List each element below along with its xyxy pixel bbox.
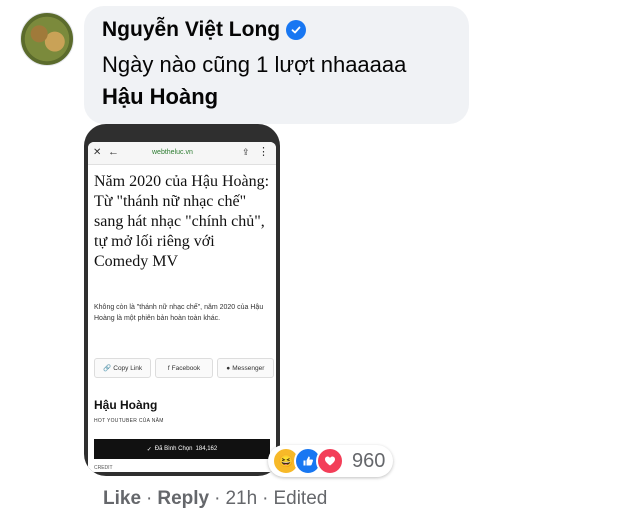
phone-screen: ✕ ← webtheluc.vn ⇪ ⋮ Năm 2020 của Hậu Ho…	[88, 142, 276, 472]
share-icon: ⇪	[242, 147, 250, 157]
credit-label: CREDIT	[94, 465, 113, 471]
like-button[interactable]: Like	[103, 488, 141, 509]
comment-bubble: Nguyễn Việt Long Ngày nào cũng 1 lượt nh…	[84, 6, 469, 124]
messenger-icon: ●	[226, 364, 231, 372]
person-title: HOT YOUTUBER CỦA NĂM	[94, 418, 164, 424]
copy-link-button: 🔗 Copy Link	[94, 358, 152, 378]
article-headline: Năm 2020 của Hậu Hoàng: Từ "thánh nữ nhạ…	[94, 173, 270, 270]
comment-actions: Like · Reply · 21h · Edited	[103, 488, 327, 510]
attached-screenshot[interactable]: ✕ ← webtheluc.vn ⇪ ⋮ Năm 2020 của Hậu Ho…	[84, 124, 280, 476]
facebook-label: Facebook	[171, 364, 201, 372]
person-name: Hậu Hoàng	[94, 398, 158, 412]
copy-link-label: Copy Link	[113, 364, 143, 372]
facebook-button: f Facebook	[155, 358, 213, 378]
messenger-button: ● Messenger	[216, 358, 274, 378]
close-icon: ✕	[93, 147, 102, 158]
reaction-count: 960	[352, 449, 386, 472]
article-summary: Không còn là "thánh nữ nhạc chế", năm 20…	[94, 304, 264, 322]
separator-dot: ·	[214, 488, 221, 509]
vote-label: Đã Bình Chọn	[154, 446, 193, 452]
author-row: Nguyễn Việt Long	[102, 18, 307, 42]
link-icon: 🔗	[103, 365, 112, 372]
browser-bar: ✕ ← webtheluc.vn ⇪ ⋮	[88, 142, 276, 165]
reaction-summary[interactable]: 😆 960	[268, 445, 394, 477]
comment-text: Ngày nào cũng 1 lượt nhaaaaa	[102, 52, 407, 77]
messenger-label: Messenger	[232, 364, 265, 372]
vote-count: 184,162	[195, 446, 218, 452]
more-icon: ⋮	[258, 146, 269, 158]
separator-dot: ·	[146, 488, 153, 509]
author-name[interactable]: Nguyễn Việt Long	[102, 18, 280, 42]
facebook-icon: f	[167, 364, 170, 372]
mention-link[interactable]: Hậu Hoàng	[102, 84, 218, 110]
share-buttons: 🔗 Copy Link f Facebook ● Messenger	[94, 358, 274, 378]
timestamp[interactable]: 21h	[225, 488, 257, 509]
url-text: webtheluc.vn	[152, 149, 193, 156]
love-reaction-icon	[316, 447, 344, 475]
vote-button: ✓ Đã Bình Chọn 184,162	[94, 439, 270, 459]
verified-badge-icon	[286, 20, 307, 40]
reply-button[interactable]: Reply	[157, 488, 209, 509]
check-icon: ✓	[146, 446, 152, 453]
back-arrow-icon: ←	[108, 146, 119, 158]
edited-label[interactable]: Edited	[273, 488, 327, 509]
separator-dot: ·	[262, 488, 269, 509]
avatar[interactable]	[20, 12, 74, 66]
